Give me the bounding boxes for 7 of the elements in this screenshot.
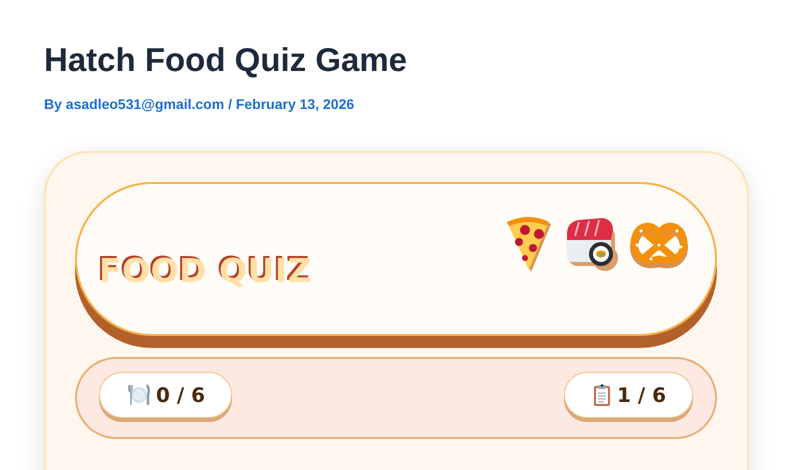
- clipboard-icon: [592, 384, 611, 406]
- stat-value: 1 / 6: [616, 383, 666, 407]
- quiz-title: FOOD QUIZ: [99, 250, 312, 290]
- post-title: Hatch Food Quiz Game: [44, 40, 408, 80]
- stat-value: 0 / 6: [156, 383, 206, 407]
- post-byline: By asadleo531@gmail.com / February 13, 2026: [44, 96, 356, 112]
- plate-with-cutlery-icon: [128, 384, 150, 406]
